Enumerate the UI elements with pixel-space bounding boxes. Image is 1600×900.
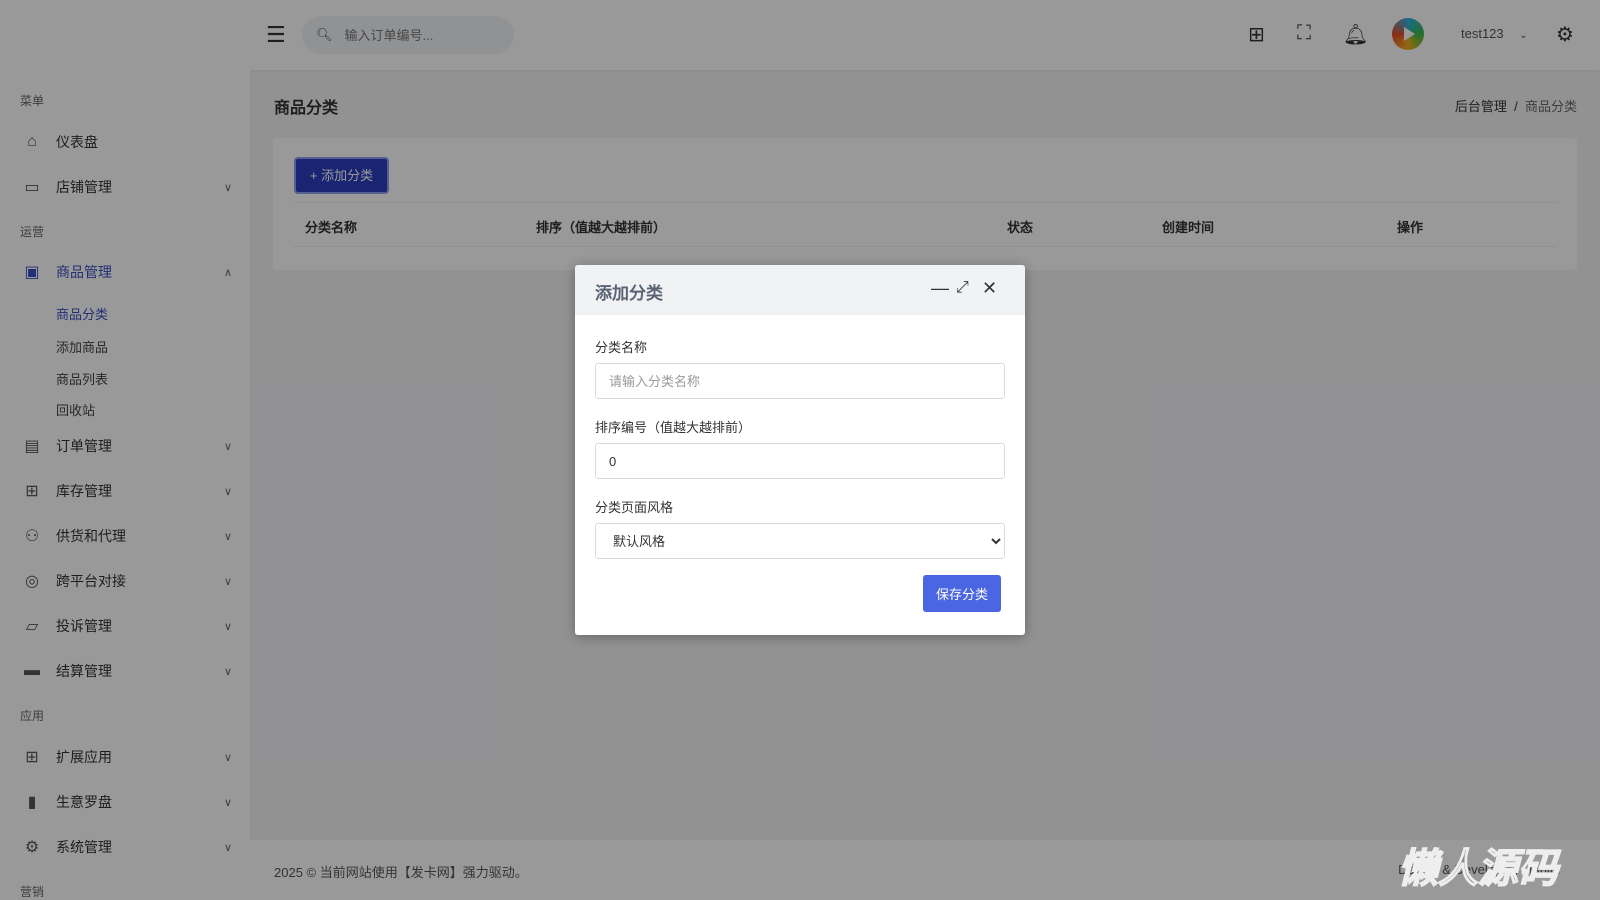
- dialog-header: 添加分类 — ⤢ ✕: [575, 265, 1025, 315]
- page-style-select[interactable]: 默认风格: [595, 523, 1005, 559]
- add-category-dialog: 添加分类 — ⤢ ✕ 分类名称 排序编号（值越大越排前） 分类页面风格 默认风格…: [575, 265, 1025, 635]
- maximize-icon[interactable]: ⤢: [956, 279, 969, 297]
- save-category-button[interactable]: 保存分类: [923, 575, 1001, 612]
- name-label: 分类名称: [595, 337, 647, 356]
- close-icon[interactable]: ✕: [982, 278, 997, 299]
- minimize-icon[interactable]: —: [931, 278, 949, 299]
- watermark: 懒人源码: [1398, 836, 1558, 894]
- dialog-title: 添加分类: [595, 279, 663, 304]
- sort-label: 排序编号（值越大越排前）: [595, 417, 751, 436]
- style-label: 分类页面风格: [595, 497, 673, 516]
- sort-number-input[interactable]: [595, 443, 1005, 479]
- category-name-input[interactable]: [595, 363, 1005, 399]
